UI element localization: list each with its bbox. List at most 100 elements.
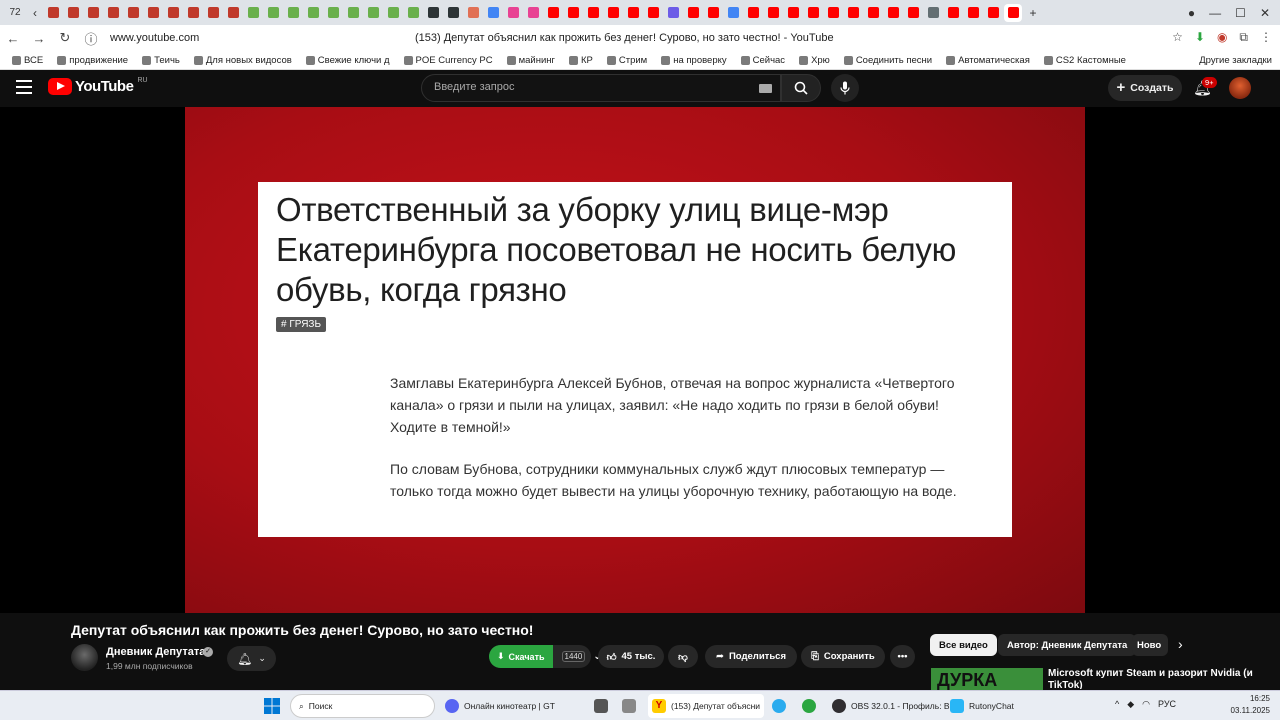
bookmark-item[interactable]: майнинг <box>506 55 555 66</box>
browser-tab[interactable] <box>44 4 62 22</box>
browser-tab[interactable] <box>104 4 122 22</box>
browser-tab[interactable] <box>564 4 582 22</box>
browser-tab[interactable] <box>304 4 322 22</box>
browser-tab[interactable] <box>444 4 462 22</box>
more-actions-button[interactable]: ••• <box>890 645 915 668</box>
share-button[interactable]: ➦ Поделиться <box>705 645 797 668</box>
taskbar-app-green[interactable] <box>802 694 816 718</box>
browser-tab[interactable] <box>84 4 102 22</box>
channel-name[interactable]: Дневник Депутата <box>106 646 205 658</box>
search-button[interactable] <box>781 74 821 102</box>
download-action[interactable]: ⬇ Скачать <box>489 645 553 668</box>
browser-tab[interactable] <box>984 4 1002 22</box>
bookmark-item[interactable]: Для новых видосов <box>193 55 292 66</box>
youtube-logo[interactable]: YouTube RU <box>48 77 148 95</box>
browser-tab[interactable] <box>704 4 722 22</box>
taskbar-app-rutonychat[interactable]: RutonyChat <box>950 694 1014 718</box>
recommendation-thumbnail[interactable]: ДУРКА <box>931 668 1043 690</box>
tray-app-icon[interactable]: ◆ <box>1127 699 1134 710</box>
browser-tab[interactable] <box>204 4 222 22</box>
bookmark-item[interactable]: Автоматическая <box>946 55 1030 66</box>
voice-search-button[interactable] <box>831 74 859 102</box>
clock[interactable]: 16:25 03.11.2025 <box>1231 693 1270 717</box>
browser-tab[interactable] <box>744 4 762 22</box>
taskbar-search[interactable]: ⌕ Поиск <box>290 694 435 718</box>
browser-tab[interactable] <box>824 4 842 22</box>
browser-tab[interactable] <box>184 4 202 22</box>
browser-tab[interactable] <box>504 4 522 22</box>
chip-all-videos[interactable]: Все видео <box>930 634 997 656</box>
browser-tab[interactable] <box>664 4 682 22</box>
save-button[interactable]: ⎘ Сохранить <box>801 645 885 668</box>
browser-tab[interactable] <box>784 4 802 22</box>
browser-tab[interactable] <box>1004 3 1022 22</box>
search-input[interactable]: Введите запрос <box>421 74 781 102</box>
recommendation-title[interactable]: Microsoft купит Steam и разорит Nvidia (… <box>1048 668 1273 689</box>
browser-tab[interactable] <box>684 4 702 22</box>
browser-tab[interactable] <box>404 4 422 22</box>
extensions-menu-icon[interactable]: ⧉ <box>1239 30 1248 45</box>
start-button[interactable] <box>264 694 280 718</box>
browser-tab[interactable] <box>64 4 82 22</box>
bookmark-star-icon[interactable]: ☆ <box>1172 30 1183 45</box>
browser-tab[interactable] <box>904 4 922 22</box>
bookmark-item[interactable]: Хрю <box>799 55 830 66</box>
browser-tab[interactable] <box>464 4 482 22</box>
taskbar-app-obs[interactable]: OBS 32.0.1 - Профиль: В <box>832 694 950 718</box>
extension-download-icon[interactable]: ⬇ <box>1195 30 1205 45</box>
browser-tab[interactable] <box>644 4 662 22</box>
menu-icon[interactable] <box>16 80 32 94</box>
browser-tab[interactable] <box>244 4 262 22</box>
taskbar-app-browser[interactable]: Y (153) Депутат объясни <box>648 694 765 718</box>
profile-menu-icon[interactable]: ⋮ <box>1260 30 1272 45</box>
browser-tab[interactable] <box>384 4 402 22</box>
browser-tab[interactable] <box>324 4 342 22</box>
taskbar-app-cursor[interactable] <box>622 694 636 718</box>
tray-network-icon[interactable]: ◠ <box>1142 699 1150 710</box>
tab-count[interactable]: 72 <box>4 7 26 18</box>
browser-tab[interactable] <box>424 4 442 22</box>
taskbar-app-telegram[interactable] <box>772 694 786 718</box>
extension-icon[interactable]: ◉ <box>1217 30 1227 45</box>
download-button[interactable]: ⬇ Скачать 1440 ⌄ <box>489 645 601 668</box>
subscription-bell-button[interactable]: 🔔︎ ⌄ <box>227 646 276 671</box>
browser-tab[interactable] <box>124 4 142 22</box>
browser-tab[interactable] <box>884 4 902 22</box>
reload-icon[interactable]: ↻ <box>52 30 78 46</box>
browser-tab[interactable] <box>804 4 822 22</box>
tab-scroll-left-icon[interactable]: ‹ <box>28 6 42 20</box>
profile-icon[interactable]: ● <box>1188 6 1195 20</box>
browser-tab[interactable] <box>344 4 362 22</box>
back-icon[interactable]: ← <box>0 31 26 46</box>
new-tab-icon[interactable]: + <box>1026 6 1040 20</box>
browser-tab[interactable] <box>924 4 942 22</box>
maximize-icon[interactable]: ☐ <box>1235 6 1246 20</box>
browser-tab[interactable] <box>364 4 382 22</box>
close-window-icon[interactable]: ✕ <box>1260 6 1270 20</box>
chip-new[interactable]: Ново <box>1132 634 1168 656</box>
taskbar-app-discord[interactable]: Онлайн кинотеатр | GT <box>445 694 555 718</box>
bookmark-item[interactable]: продвижение <box>57 55 128 66</box>
chip-author[interactable]: Автор: Дневник Депутата <box>998 634 1137 656</box>
bookmark-item[interactable]: ВСЕ <box>12 55 43 66</box>
bookmark-item[interactable]: Теичь <box>142 55 180 66</box>
chips-next-icon[interactable]: › <box>1178 636 1183 652</box>
like-button[interactable]: 👍︎ 45 тыс. <box>598 645 664 668</box>
channel-avatar[interactable] <box>71 644 98 671</box>
dislike-button[interactable]: 👎︎ <box>668 645 698 668</box>
browser-tab[interactable] <box>944 4 962 22</box>
browser-tab[interactable] <box>864 4 882 22</box>
bookmark-item[interactable]: Свежие ключи д <box>305 55 390 66</box>
minimize-icon[interactable]: — <box>1209 6 1221 20</box>
bookmark-item[interactable]: CS2 Кастомные <box>1043 55 1126 66</box>
url-field[interactable]: www.youtube.com <box>110 32 199 44</box>
forward-icon[interactable]: → <box>26 31 52 46</box>
site-info-icon[interactable]: ⓘ <box>78 29 104 48</box>
browser-tab[interactable] <box>964 4 982 22</box>
language-indicator[interactable]: РУС <box>1158 699 1176 710</box>
bookmark-item[interactable]: Сейчас <box>740 55 785 66</box>
taskbar-app-game[interactable] <box>594 694 608 718</box>
browser-tab[interactable] <box>524 4 542 22</box>
bookmark-item[interactable]: POE Currency PC <box>403 55 493 66</box>
browser-tab[interactable] <box>604 4 622 22</box>
